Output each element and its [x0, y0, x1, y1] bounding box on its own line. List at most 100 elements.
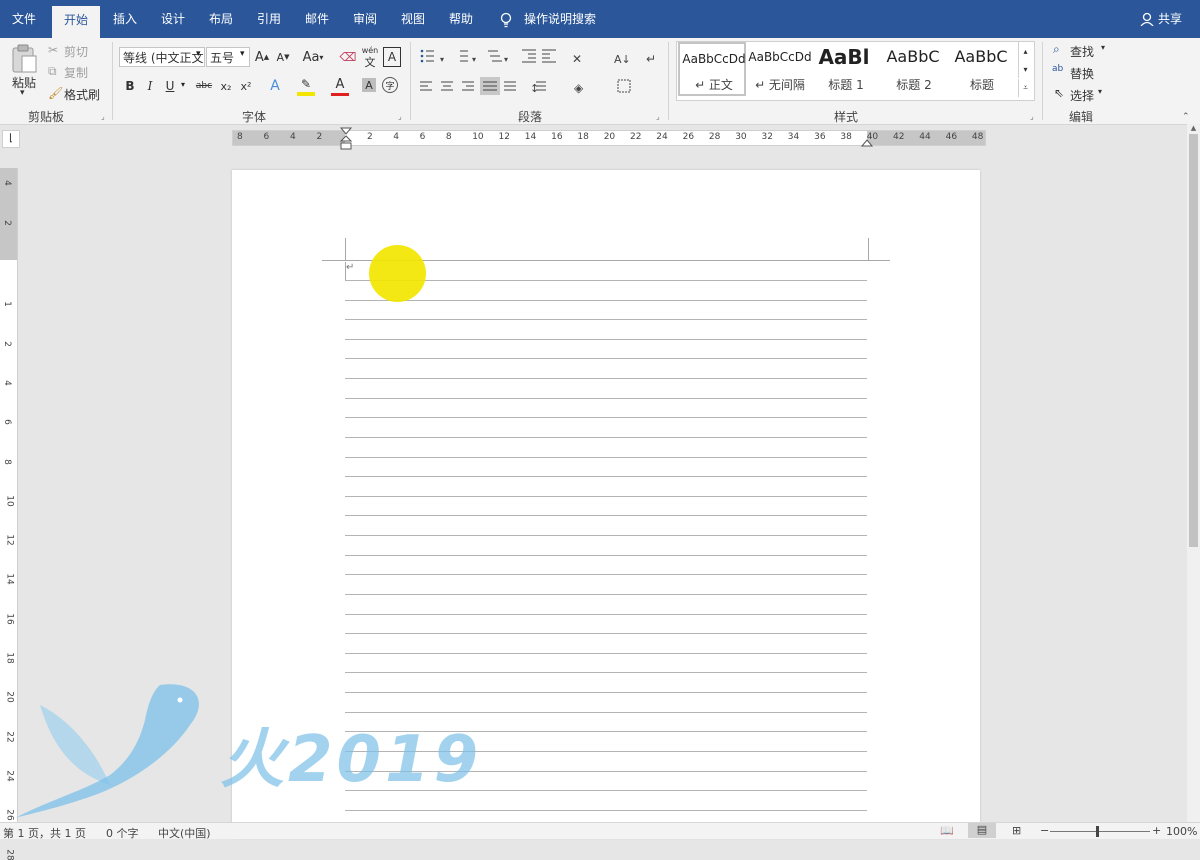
grid-line — [345, 535, 867, 536]
zoom-in-icon[interactable]: + — [1152, 824, 1161, 837]
styles-scroll-up-icon[interactable]: ▴ — [1018, 42, 1032, 60]
scrollbar-thumb[interactable] — [1189, 134, 1198, 547]
clear-formatting-icon[interactable]: ⌫ — [339, 47, 357, 67]
ruler-tick-label: 2 — [1, 340, 12, 347]
ruler-tick-label: 2 — [316, 132, 323, 142]
font-name-dropdown[interactable]: 等线 (中文正文) — [119, 47, 205, 67]
paste-dropdown-icon[interactable]: ▾ — [20, 88, 25, 98]
style-title[interactable]: AaBbC 标题 — [950, 42, 1014, 96]
word-count[interactable]: 0 个字 — [106, 825, 139, 841]
style-normal[interactable]: AaBbCcDd ↵ 正文 — [678, 42, 746, 96]
replace-button[interactable]: 替换 — [1070, 65, 1094, 82]
language-indicator[interactable]: 中文(中国) — [158, 825, 211, 841]
vertical-scrollbar[interactable]: ▲ — [1187, 124, 1200, 822]
text-effects-icon[interactable]: A — [266, 76, 284, 96]
share-button[interactable]: 共享 — [1158, 10, 1182, 27]
indent-marker-icon[interactable] — [339, 127, 353, 153]
font-color-button[interactable]: A — [331, 76, 349, 96]
format-painter-button[interactable]: 格式刷 — [64, 86, 100, 103]
ruler-tick-label: 8 — [445, 132, 452, 142]
grid-line — [345, 633, 867, 634]
grid-line — [345, 496, 867, 497]
zoom-level[interactable]: 100% — [1166, 825, 1197, 838]
tab-view[interactable]: 视图 — [401, 10, 425, 27]
paste-icon[interactable] — [10, 44, 40, 74]
read-mode-icon[interactable]: 📖 — [940, 824, 954, 837]
font-size-chevron-down-icon[interactable]: ▾ — [240, 49, 245, 59]
tab-home[interactable]: 开始 — [52, 6, 100, 38]
underline-button[interactable]: U — [162, 76, 178, 96]
scroll-up-icon[interactable]: ▲ — [1189, 124, 1198, 134]
change-case-button[interactable]: Aa ▾ — [300, 47, 326, 67]
tell-me-search[interactable]: 操作说明搜索 — [524, 10, 596, 27]
svg-text:▾: ▾ — [472, 55, 476, 64]
tab-stop-selector[interactable]: ⌊ — [2, 130, 20, 148]
zoom-slider[interactable] — [1050, 831, 1150, 832]
grid-line — [345, 476, 867, 477]
copy-button[interactable]: 复制 — [64, 64, 88, 81]
superscript-button[interactable]: x² — [237, 76, 255, 96]
grow-font-icon[interactable]: A ▲ — [253, 47, 271, 67]
collapse-ribbon-icon[interactable]: ⌃ — [1182, 112, 1190, 122]
tab-layout[interactable]: 布局 — [209, 10, 233, 27]
ruler-tick-label: 2 — [1, 220, 12, 226]
tab-review[interactable]: 审阅 — [353, 10, 377, 27]
tab-mailings[interactable]: 邮件 — [305, 10, 329, 27]
style-heading1[interactable]: AaBl 标题 1 — [814, 42, 878, 96]
cut-button[interactable]: 剪切 — [64, 43, 88, 60]
styles-more-icon[interactable]: ⩡ — [1018, 79, 1032, 97]
style-no-spacing[interactable]: AaBbCcDd ↵ 无间隔 — [746, 42, 814, 96]
zoom-out-icon[interactable]: − — [1040, 824, 1049, 837]
tab-help[interactable]: 帮助 — [449, 10, 473, 27]
style-heading2-sample: AaBbC — [886, 47, 940, 66]
svg-text:↵: ↵ — [646, 52, 656, 66]
ruler-tick-label: 38 — [840, 132, 852, 142]
character-border-icon[interactable]: A — [383, 47, 401, 67]
ruler-tick-label: 4 — [290, 132, 296, 142]
underline-chevron-down-icon[interactable]: ▾ — [181, 80, 185, 89]
style-heading2[interactable]: AaBbC 标题 2 — [882, 42, 946, 96]
tab-references[interactable]: 引用 — [257, 10, 281, 27]
clipboard-launcher-icon[interactable]: ⌟ — [101, 112, 105, 121]
subscript-button[interactable]: x₂ — [217, 76, 235, 96]
style-no-spacing-name: ↵ 无间隔 — [755, 78, 805, 92]
style-heading1-sample: AaBl — [818, 45, 870, 69]
tab-design[interactable]: 设计 — [161, 10, 185, 27]
grid-line — [345, 692, 867, 693]
ruler-tick-label: 18 — [577, 132, 589, 142]
format-painter-icon: 🖌 — [48, 86, 64, 100]
style-title-name: 标题 — [969, 78, 994, 92]
ruler-left-margin — [233, 131, 345, 145]
enclose-characters-icon[interactable]: 字 — [382, 77, 398, 93]
font-name-chevron-down-icon[interactable]: ▾ — [196, 49, 201, 59]
ruler-tick-label: 32 — [761, 132, 773, 142]
find-chevron-down-icon[interactable]: ▾ — [1101, 43, 1105, 52]
styles-launcher-icon[interactable]: ⌟ — [1030, 112, 1034, 121]
find-button[interactable]: 查找 — [1070, 43, 1094, 60]
strikethrough-button[interactable]: abc — [193, 76, 215, 96]
ruler-tick-label: 4 — [1, 180, 12, 186]
paragraph-launcher-icon[interactable]: ⌟ — [656, 112, 660, 121]
paragraph-group-label: 段落 — [518, 110, 543, 124]
character-shading-icon[interactable]: A — [362, 78, 376, 92]
select-button[interactable]: 选择 — [1070, 87, 1094, 104]
grid-line — [345, 574, 867, 575]
print-layout-icon[interactable]: ▤ — [968, 823, 996, 838]
tab-insert[interactable]: 插入 — [113, 10, 137, 27]
font-launcher-icon[interactable]: ⌟ — [398, 112, 402, 121]
bold-button[interactable]: B — [122, 76, 138, 96]
right-indent-marker-icon[interactable] — [861, 137, 873, 147]
grid-line — [345, 319, 867, 320]
styles-scroll-down-icon[interactable]: ▾ — [1018, 60, 1032, 78]
shrink-font-icon[interactable]: A ▼ — [274, 47, 292, 67]
tab-file[interactable]: 文件 — [12, 10, 36, 27]
select-chevron-down-icon[interactable]: ▾ — [1098, 87, 1102, 96]
ruler-tick-label: 16 — [4, 612, 15, 625]
zoom-slider-thumb[interactable] — [1096, 826, 1099, 837]
italic-button[interactable]: I — [142, 76, 158, 96]
text-highlight-icon[interactable]: ✎ — [297, 76, 315, 96]
web-layout-icon[interactable]: ⊞ — [1012, 824, 1021, 837]
page-count[interactable]: 第 1 页，共 1 页 — [3, 825, 86, 841]
ruler-tick-label: 8 — [237, 132, 243, 142]
horizontal-ruler[interactable]: 8 6 4 2 2 4 6 8 10 12 14 16 18 20 22 24 26 28 30 32 34 36 38 40… — [232, 127, 986, 150]
